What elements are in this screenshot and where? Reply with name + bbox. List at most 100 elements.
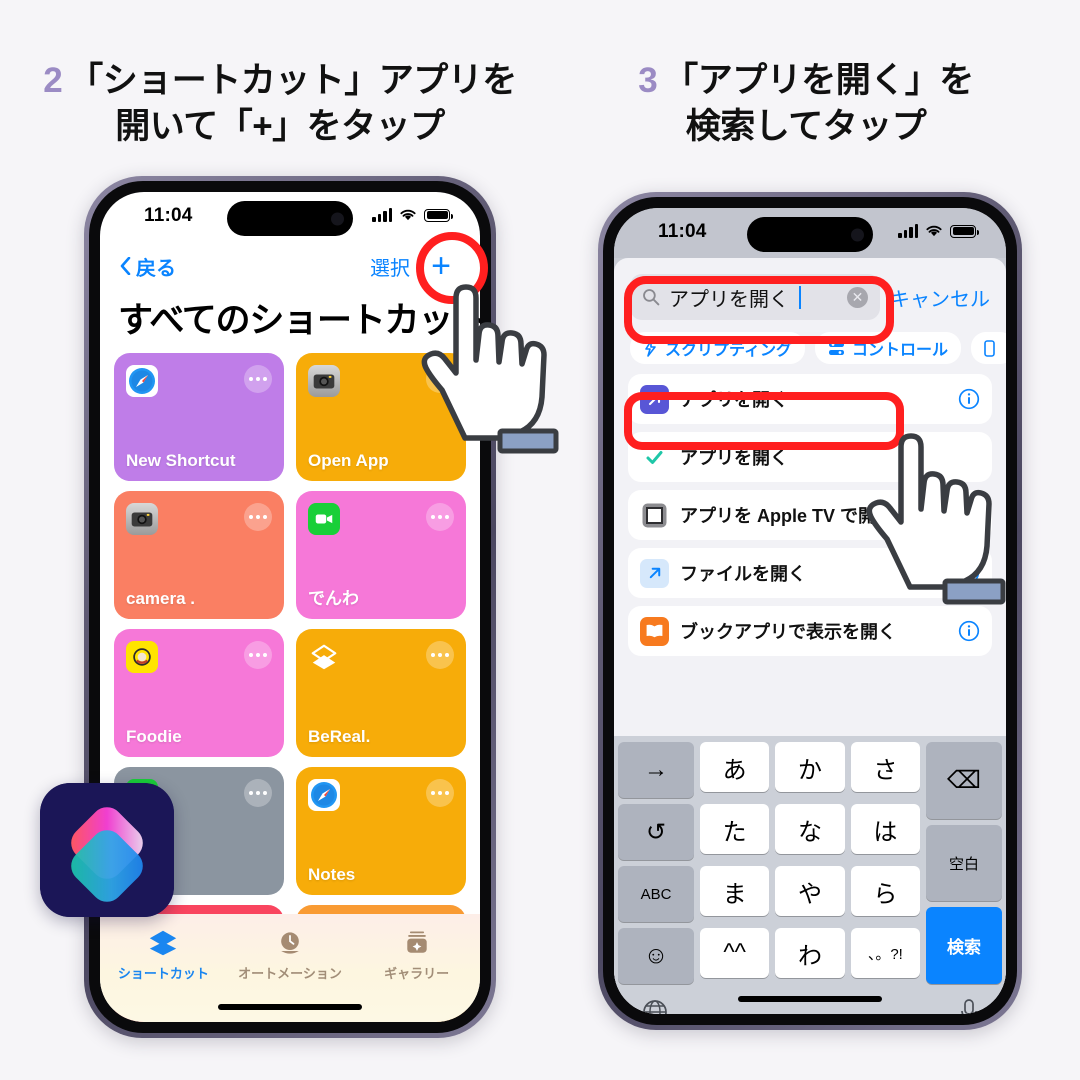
key-search[interactable]: 検索 (926, 907, 1002, 985)
battery-icon (950, 224, 979, 238)
key-ka[interactable]: か (775, 742, 845, 792)
key-abc[interactable]: ABC (618, 866, 694, 922)
japanese-kana-keyboard: → ↺ ABC ☺ あ か さ た な は ま や ら ^^ わ 、。?! ⌫ … (614, 736, 1006, 1014)
chip-device[interactable] (971, 332, 1006, 364)
key-undo[interactable]: ↺ (618, 804, 694, 860)
card-more-button[interactable] (426, 365, 454, 393)
step-heading-line1: 「ショートカット」アプリを (68, 61, 517, 100)
tab-automation[interactable]: オートメーション (227, 926, 352, 982)
status-bar: 11:04 (100, 192, 480, 242)
globe-icon[interactable] (640, 997, 670, 1014)
open-app-arrow-icon (640, 384, 669, 414)
controls-icon (829, 341, 845, 355)
search-input[interactable]: アプリを開く ✕ (630, 274, 880, 320)
card-more-button[interactable] (244, 779, 272, 807)
status-bar: 11:04 (614, 208, 1006, 258)
key-next-candidate[interactable]: → (618, 742, 694, 798)
key-backspace[interactable]: ⌫ (926, 742, 1002, 819)
check-icon (640, 442, 669, 472)
add-shortcut-button[interactable]: + (424, 249, 458, 283)
key-ta[interactable]: た (700, 804, 770, 854)
keyboard-left-column: → ↺ ABC ☺ (618, 742, 694, 984)
card-more-button[interactable] (426, 779, 454, 807)
tab-label: ギャラリー (384, 966, 450, 981)
shortcut-card[interactable]: でんわ (296, 491, 466, 619)
shortcut-card[interactable]: Foodie (114, 629, 284, 757)
key-space[interactable]: 空白 (926, 824, 1002, 902)
key-emoji[interactable]: ☺ (618, 928, 694, 984)
chip-label: スクリプティング (665, 342, 793, 359)
wifi-icon (400, 209, 416, 221)
camera-icon (308, 365, 340, 397)
tab-shortcuts[interactable]: ショートカット (101, 926, 226, 982)
step-number: 2 (43, 61, 63, 100)
wifi-icon (926, 225, 942, 237)
result-open-app-appletv[interactable]: アプリを Apple TV で開く (628, 490, 992, 540)
card-more-button[interactable] (244, 365, 272, 393)
chip-scripting[interactable]: スクリプティング (630, 332, 806, 364)
microphone-icon[interactable] (958, 997, 980, 1014)
result-open-books[interactable]: ブックアプリで表示を開く (628, 606, 992, 656)
shortcut-label: BeReal. (308, 727, 371, 746)
info-icon[interactable] (958, 562, 980, 584)
info-icon[interactable] (958, 388, 980, 410)
appletv-frame-icon (640, 500, 669, 530)
shortcut-card[interactable]: camera . (114, 491, 284, 619)
cancel-button[interactable]: キャンセル (890, 283, 990, 312)
result-open-app-primary[interactable]: アプリを開く (628, 374, 992, 424)
keyboard-row: あ か さ (700, 742, 920, 792)
phone-mockup-right: 11:04 アプリを開く ✕ キャンセル スクリプティング コントロール アプリ… (598, 192, 1022, 1030)
gallery-icon (354, 926, 479, 960)
card-more-button[interactable] (426, 503, 454, 531)
card-more-button[interactable] (244, 641, 272, 669)
keyboard-row: た な は (700, 804, 920, 854)
status-indicators (898, 224, 979, 238)
device-icon (984, 339, 995, 357)
select-button[interactable]: 選択 (370, 252, 410, 281)
foodie-icon (126, 641, 158, 673)
books-icon (640, 616, 669, 646)
key-kaomoji[interactable]: ^^ (700, 928, 770, 978)
result-label: アプリを開く (680, 448, 788, 468)
keyboard-grid: → ↺ ABC ☺ あ か さ た な は ま や ら ^^ わ 、。?! ⌫ … (618, 742, 1002, 985)
result-label: ファイルを開く (680, 564, 806, 584)
key-na[interactable]: な (775, 804, 845, 854)
nav-right-actions: 選択 + (370, 249, 458, 283)
phone-screen-action-search: 11:04 アプリを開く ✕ キャンセル スクリプティング コントロール アプリ… (614, 208, 1006, 1014)
card-more-button[interactable] (244, 503, 272, 531)
key-ma[interactable]: ま (700, 866, 770, 916)
tab-gallery[interactable]: ギャラリー (354, 926, 479, 982)
shortcut-label: Foodie (126, 727, 182, 746)
shortcut-card[interactable]: Open App (296, 353, 466, 481)
search-results-list: アプリを開く アプリを開く アプリを Apple TV で開く ファイルを開く … (614, 374, 1006, 656)
result-open-files[interactable]: ファイルを開く (628, 548, 992, 598)
key-ha[interactable]: は (850, 804, 920, 854)
result-label: アプリを開く (680, 390, 788, 410)
key-wa[interactable]: わ (775, 928, 845, 978)
cellular-bars-icon (898, 224, 918, 238)
key-ya[interactable]: や (775, 866, 845, 916)
step-3-heading: 3 「アプリを開く」を 検索してタップ (556, 58, 1056, 150)
key-sa[interactable]: さ (850, 742, 920, 792)
tab-bar: ショートカット オートメーション ギャラリー (100, 914, 480, 1022)
step-number: 3 (638, 61, 658, 100)
card-more-button[interactable] (426, 641, 454, 669)
search-query: アプリを開く (669, 288, 789, 311)
key-a[interactable]: あ (700, 742, 770, 792)
chip-controls[interactable]: コントロール (815, 332, 962, 364)
shortcut-card[interactable]: New Shortcut (114, 353, 284, 481)
key-ra[interactable]: ら (850, 866, 920, 916)
navigation-bar: 戻る 選択 + (100, 242, 480, 286)
back-button[interactable]: 戻る (120, 252, 176, 281)
clock-icon (227, 926, 352, 960)
files-arrow-icon (640, 558, 669, 588)
result-open-app-secondary[interactable]: アプリを開く (628, 432, 992, 482)
keyboard-right-column: ⌫ 空白 検索 (926, 742, 1002, 985)
key-punctuation[interactable]: 、。?! (850, 928, 920, 978)
info-icon[interactable] (958, 620, 980, 642)
home-indicator (738, 996, 882, 1002)
tab-label: オートメーション (238, 966, 342, 981)
shortcut-card[interactable]: BeReal. (296, 629, 466, 757)
shortcut-card[interactable]: Notes (296, 767, 466, 895)
clear-search-button[interactable]: ✕ (847, 286, 868, 308)
